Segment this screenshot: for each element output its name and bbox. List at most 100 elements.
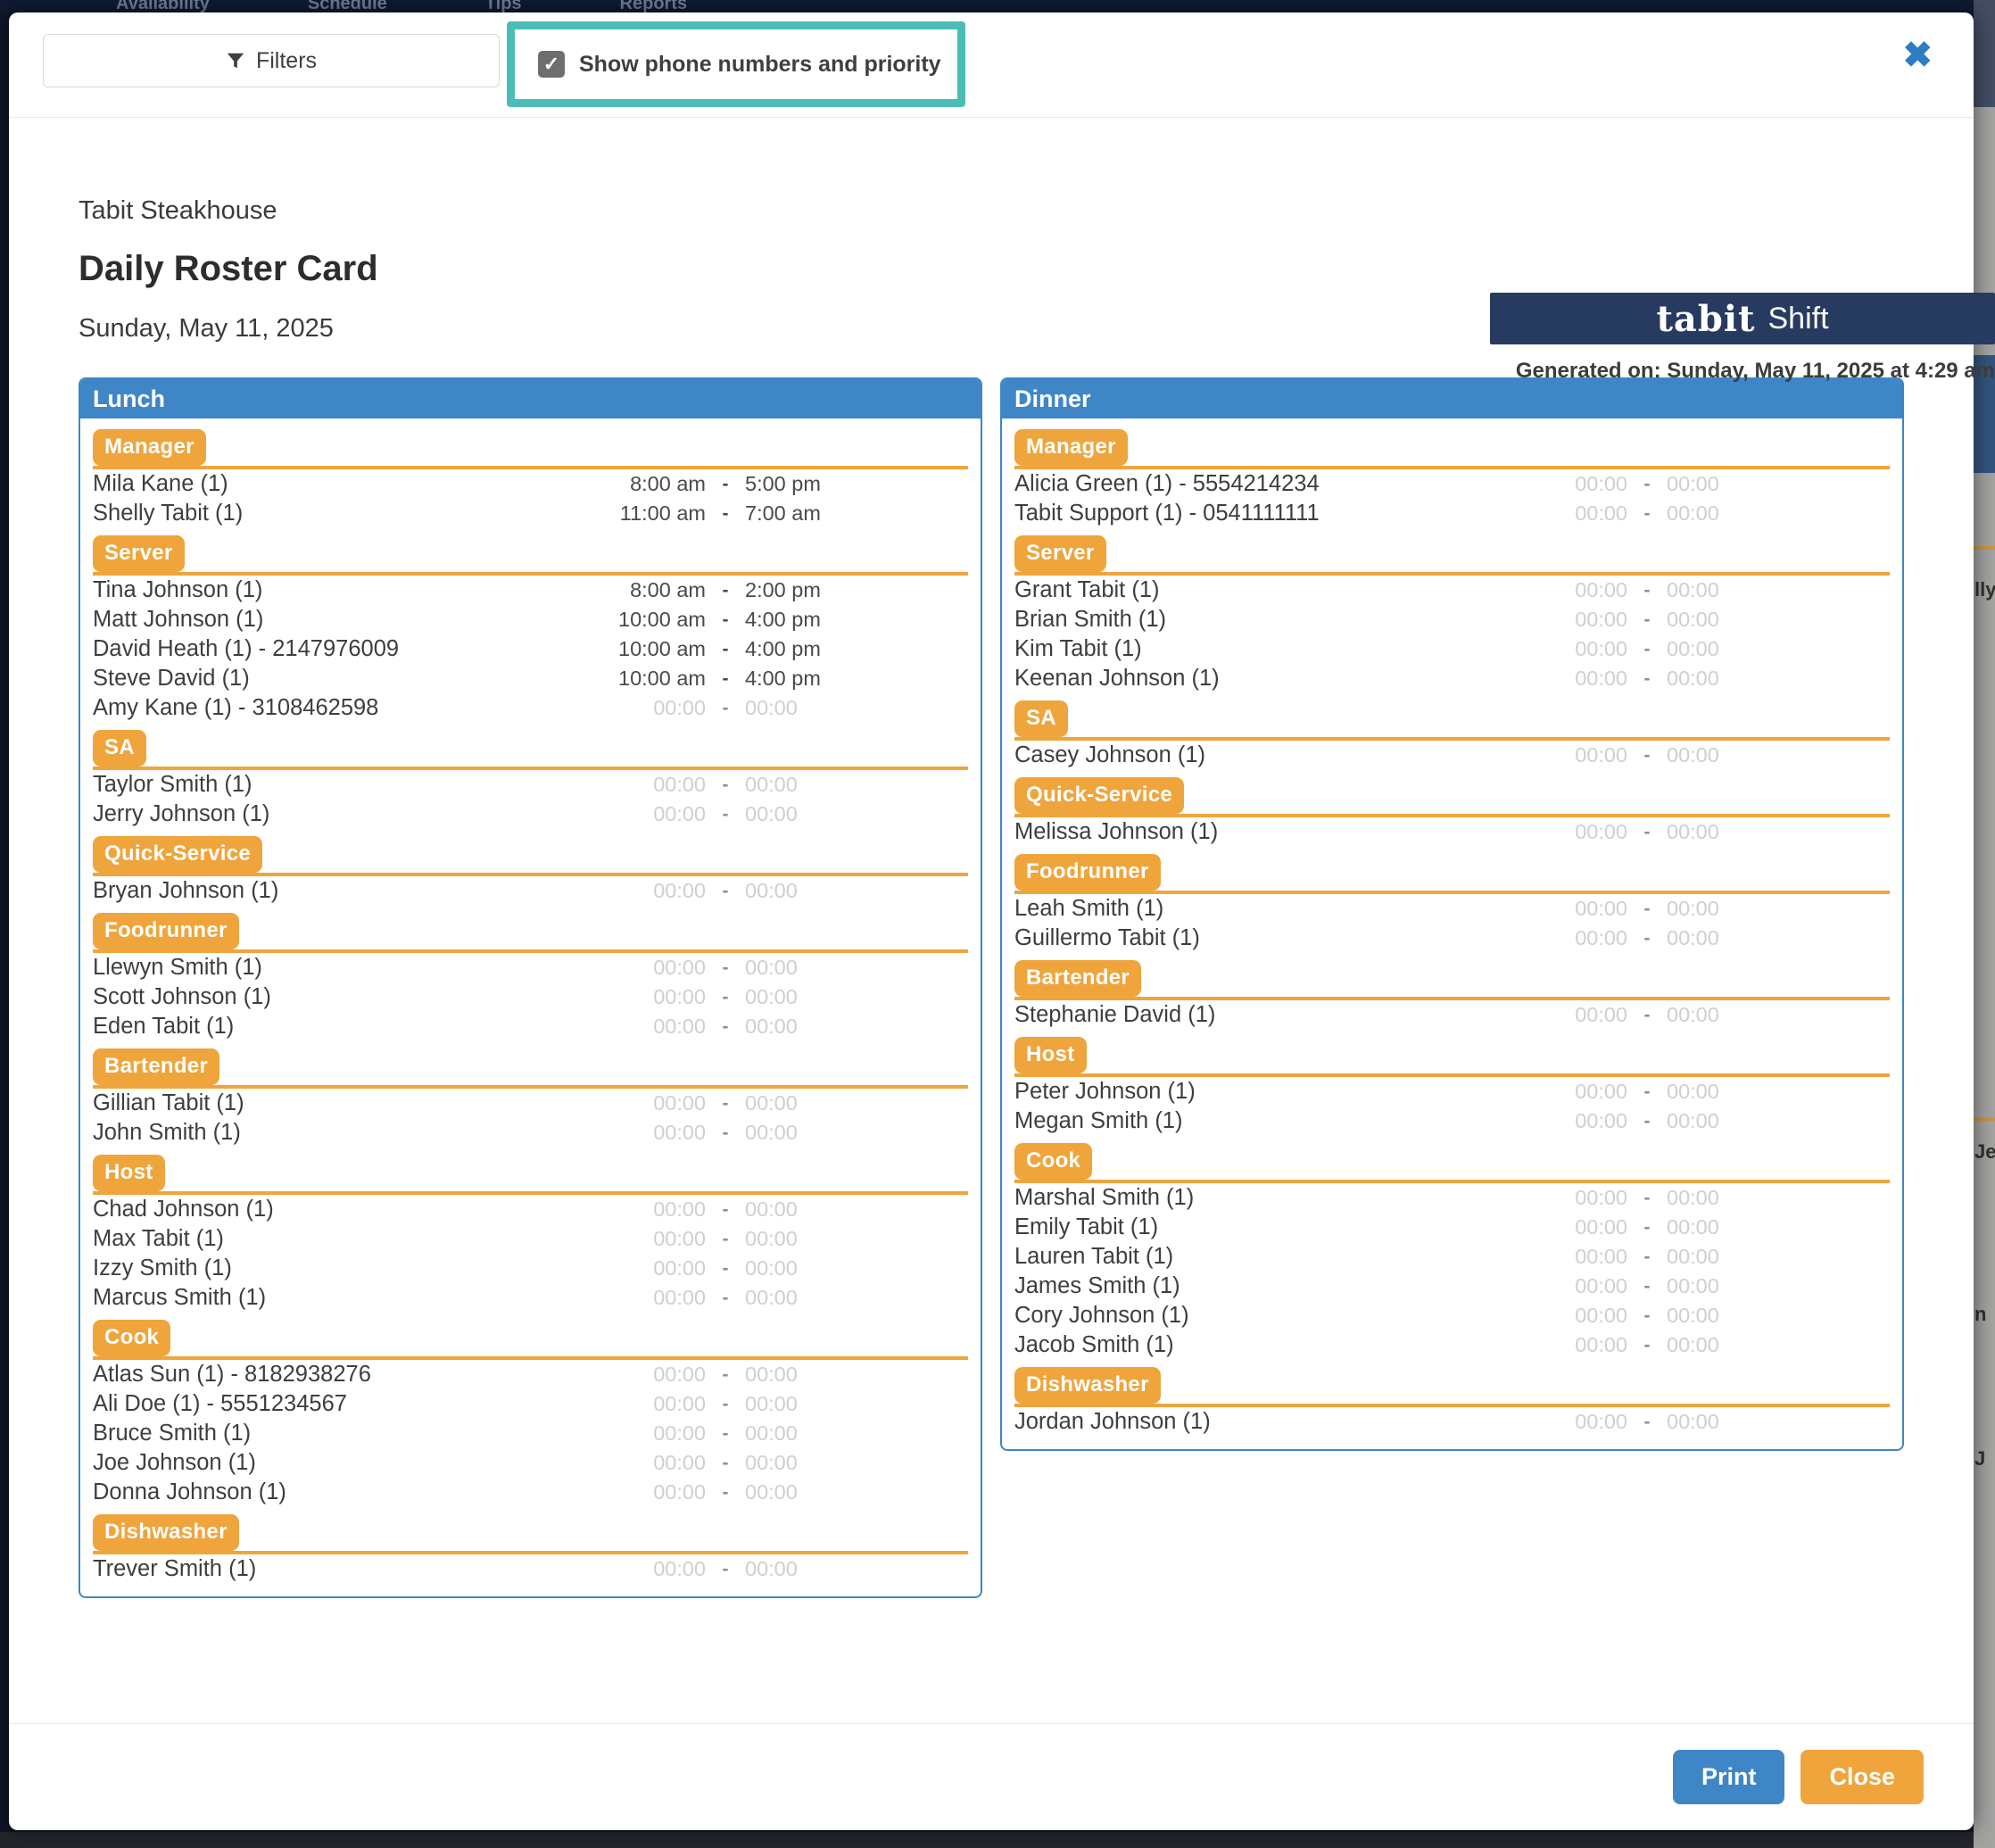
- shift-end-time: 5:00 pm: [745, 472, 854, 496]
- shift-end-time: 00:00: [745, 1451, 854, 1475]
- print-button[interactable]: Print: [1673, 1750, 1785, 1804]
- shift-end-time: 00:00: [745, 802, 854, 826]
- background-fragment: [1974, 1117, 1995, 1121]
- time-separator: -: [706, 1093, 745, 1115]
- roster-columns: LunchManagerMila Kane (1)8:00 am-5:00 pm…: [79, 377, 1904, 1598]
- shift-start-time: 00:00: [597, 1121, 706, 1145]
- shift-times: 00:00-00:00: [1519, 1304, 1776, 1328]
- background-text-fragment: n: [1974, 1303, 1986, 1326]
- shift-end-time: 00:00: [745, 1392, 854, 1416]
- roster-row: Jordan Johnson (1)00:00-00:00: [1014, 1407, 1890, 1437]
- roster-row: Marcus Smith (1)00:00-00:00: [93, 1283, 968, 1313]
- shift-start-time: 00:00: [1519, 1109, 1627, 1133]
- shift-times: 00:00-00:00: [1519, 1333, 1776, 1357]
- employee-name: Lauren Tabit (1): [1014, 1244, 1173, 1270]
- shift-start-time: 00:00: [1519, 1080, 1627, 1104]
- shift-times: 00:00-00:00: [597, 773, 854, 797]
- shift-times: 00:00-00:00: [597, 1121, 854, 1145]
- role-badge: Server: [1014, 535, 1106, 572]
- shift-end-time: 00:00: [745, 956, 854, 980]
- filters-button[interactable]: Filters: [43, 34, 500, 87]
- shift-end-time: 00:00: [1667, 820, 1776, 844]
- shift-start-time: 00:00: [597, 696, 706, 720]
- shift-end-time: 00:00: [1667, 608, 1776, 632]
- role-section-header: Quick-Service: [1014, 777, 1890, 817]
- time-separator: -: [706, 1199, 745, 1221]
- shift-start-time: 00:00: [597, 956, 706, 980]
- role-badge: Bartender: [1014, 960, 1141, 997]
- roster-row: Ali Doe (1) - 555123456700:00-00:00: [93, 1389, 968, 1419]
- role-badge: SA: [1014, 700, 1068, 737]
- shift-end-time: 00:00: [1667, 637, 1776, 661]
- shift-start-time: 8:00 am: [597, 578, 706, 602]
- shift-times: 00:00-00:00: [597, 956, 854, 980]
- time-separator: -: [1627, 639, 1667, 660]
- shift-times: 00:00-00:00: [597, 696, 854, 720]
- shift-end-time: 00:00: [745, 1091, 854, 1115]
- background-nav-item: Reports: [620, 0, 688, 13]
- employee-name: Bruce Smith (1): [93, 1421, 251, 1446]
- filters-button-label: Filters: [256, 48, 317, 74]
- shift-times: 00:00-00:00: [597, 1286, 854, 1310]
- role-badge: Quick-Service: [93, 836, 262, 873]
- shift-end-time: 00:00: [745, 879, 854, 903]
- roster-row: Donna Johnson (1)00:00-00:00: [93, 1478, 968, 1507]
- time-separator: -: [706, 1364, 745, 1386]
- shift-start-time: 00:00: [1519, 1333, 1627, 1357]
- role-badge: Bartender: [93, 1048, 219, 1085]
- roster-row: Atlas Sun (1) - 818293827600:00-00:00: [93, 1360, 968, 1389]
- close-icon[interactable]: ✖: [1902, 37, 1933, 73]
- time-separator: -: [1627, 1111, 1667, 1132]
- roster-row: Kim Tabit (1)00:00-00:00: [1014, 634, 1890, 664]
- roster-row: Brian Smith (1)00:00-00:00: [1014, 605, 1890, 634]
- employee-name: Taylor Smith (1): [93, 772, 252, 798]
- role-badge: Dishwasher: [1014, 1367, 1161, 1404]
- roster-row: Max Tabit (1)00:00-00:00: [93, 1224, 968, 1254]
- roster-row: Bryan Johnson (1)00:00-00:00: [93, 876, 968, 906]
- roster-row: Marshal Smith (1)00:00-00:00: [1014, 1183, 1890, 1213]
- background-top-navbar: AvailabilityScheduleTipsReports: [0, 0, 1995, 13]
- employee-name: Shelly Tabit (1): [93, 501, 243, 526]
- roster-row: Melissa Johnson (1)00:00-00:00: [1014, 817, 1890, 847]
- employee-name: Leah Smith (1): [1014, 896, 1163, 922]
- role-badge: SA: [93, 730, 146, 767]
- shift-end-time: 00:00: [745, 1363, 854, 1387]
- time-separator: -: [706, 668, 745, 690]
- shift-end-time: 00:00: [745, 1286, 854, 1310]
- shift-start-time: 00:00: [1519, 820, 1627, 844]
- employee-name: John Smith (1): [93, 1120, 241, 1146]
- role-badge: Quick-Service: [1014, 777, 1184, 814]
- shift-end-time: 00:00: [745, 1557, 854, 1581]
- time-separator: -: [1627, 503, 1667, 525]
- employee-name: Steve David (1): [93, 666, 250, 692]
- employee-name: Chad Johnson (1): [93, 1197, 274, 1222]
- time-separator: -: [1627, 474, 1667, 495]
- time-separator: -: [706, 987, 745, 1008]
- close-button[interactable]: Close: [1800, 1750, 1924, 1804]
- shift-start-time: 10:00 am: [597, 608, 706, 632]
- logo-block: tabit Shift Generated on: Sunday, May 11…: [1490, 293, 1995, 384]
- time-separator: -: [1627, 580, 1667, 601]
- shift-times: 00:00-00:00: [597, 802, 854, 826]
- role-badge: Foodrunner: [93, 913, 239, 949]
- employee-name: Eden Tabit (1): [93, 1014, 234, 1040]
- background-right-edge: lly Je n J: [1974, 0, 1995, 1848]
- shift-end-time: 00:00: [1667, 1215, 1776, 1239]
- role-section-header: Dishwasher: [1014, 1367, 1890, 1407]
- role-section-header: Host: [93, 1155, 968, 1195]
- time-separator: -: [706, 1423, 745, 1445]
- shift-start-time: 10:00 am: [597, 667, 706, 691]
- shift-end-time: 7:00 am: [745, 501, 854, 526]
- shift-times: 00:00-00:00: [1519, 1109, 1776, 1133]
- shift-times: 00:00-00:00: [1519, 472, 1776, 496]
- time-separator: -: [706, 609, 745, 631]
- roster-row: Mila Kane (1)8:00 am-5:00 pm: [93, 469, 968, 499]
- shift-start-time: 00:00: [1519, 501, 1627, 526]
- time-separator: -: [1627, 745, 1667, 767]
- shift-times: 8:00 am-2:00 pm: [597, 578, 854, 602]
- time-separator: -: [706, 639, 745, 660]
- show-phone-numbers-checkbox[interactable]: ✓: [538, 51, 565, 78]
- role-section-header: Bartender: [93, 1048, 968, 1089]
- page-title: Daily Roster Card: [79, 249, 1904, 289]
- employee-name: Jordan Johnson (1): [1014, 1409, 1211, 1435]
